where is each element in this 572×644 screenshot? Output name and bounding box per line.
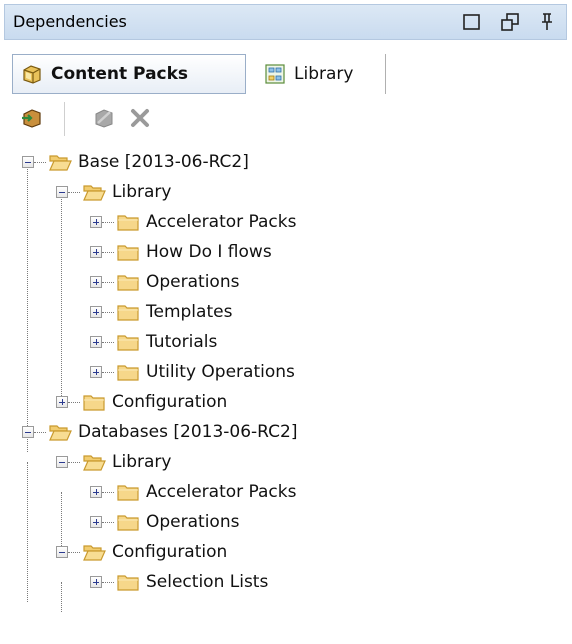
- tree-node-label: Tutorials: [146, 332, 218, 352]
- tree-line: [61, 582, 62, 612]
- tree-node-label: Library: [112, 452, 172, 472]
- tree-connector: [102, 281, 114, 283]
- tab-content-packs[interactable]: Content Packs: [12, 54, 246, 94]
- tree-node-label: Accelerator Packs: [146, 482, 297, 502]
- expand-icon[interactable]: [90, 576, 102, 588]
- collapse-icon[interactable]: [56, 546, 68, 558]
- tree-node-label: Configuration: [112, 392, 228, 412]
- tree-node[interactable]: Tutorials: [90, 327, 217, 357]
- tab-label: Content Packs: [51, 64, 189, 84]
- minimize-icon[interactable]: [461, 11, 483, 33]
- tree-node-label: Databases [2013-06-RC2]: [78, 422, 298, 442]
- import-icon[interactable]: [20, 106, 44, 130]
- tree-node[interactable]: How Do I flows: [90, 237, 272, 267]
- tree-connector: [102, 371, 114, 373]
- folder-open-icon: [49, 155, 72, 171]
- toolbar: [16, 102, 156, 136]
- tree-connector: [34, 161, 46, 163]
- folder-icon: [117, 575, 139, 591]
- tree-node[interactable]: Selection Lists: [90, 567, 268, 597]
- tree-connector: [68, 191, 80, 193]
- expand-icon[interactable]: [90, 366, 102, 378]
- folder-open-icon: [83, 545, 106, 561]
- restore-icon[interactable]: [499, 11, 521, 33]
- collapse-icon[interactable]: [22, 426, 34, 438]
- tree-node[interactable]: Templates: [90, 297, 232, 327]
- tree-node-label: Utility Operations: [146, 362, 295, 382]
- tree-node-label: Templates: [146, 302, 233, 322]
- tree-line: [27, 162, 28, 452]
- tree-node[interactable]: Accelerator Packs: [90, 207, 297, 237]
- folder-icon: [117, 275, 139, 291]
- folder-open-icon: [49, 425, 72, 441]
- tree-node[interactable]: Library: [56, 447, 171, 477]
- collapse-icon[interactable]: [22, 156, 34, 168]
- folder-open-icon: [83, 185, 106, 201]
- expand-icon[interactable]: [90, 216, 102, 228]
- expand-icon[interactable]: [90, 306, 102, 318]
- remove-all-icon[interactable]: [92, 106, 116, 130]
- tree-connector: [68, 461, 80, 463]
- toolbar-separator: [64, 102, 65, 136]
- tree-connector: [102, 491, 114, 493]
- tree-node-label: Library: [112, 182, 172, 202]
- tab-library[interactable]: Library: [256, 54, 386, 94]
- tab-label: Library: [294, 64, 354, 84]
- tree-node-label: Configuration: [112, 542, 228, 562]
- tree-connector: [102, 221, 114, 223]
- tree-node[interactable]: Databases [2013-06-RC2]: [22, 417, 297, 447]
- panel-title: Dependencies: [13, 12, 127, 31]
- expand-icon[interactable]: [56, 396, 68, 408]
- folder-icon: [117, 245, 139, 261]
- folder-icon: [117, 305, 139, 321]
- tree-connector: [102, 521, 114, 523]
- tree-connector: [102, 311, 114, 313]
- tree-connector: [102, 251, 114, 253]
- tree-connector: [34, 431, 46, 433]
- collapse-icon[interactable]: [56, 186, 68, 198]
- folder-icon: [117, 485, 139, 501]
- tree-connector: [68, 401, 80, 403]
- tree-node-label: Base [2013-06-RC2]: [78, 152, 249, 172]
- tree-connector: [68, 551, 80, 553]
- tree-node[interactable]: Base [2013-06-RC2]: [22, 147, 249, 177]
- tree-node[interactable]: Operations: [90, 267, 239, 297]
- folder-icon: [117, 515, 139, 531]
- folder-icon: [83, 395, 105, 411]
- folder-icon: [117, 365, 139, 381]
- tree-node-label: Accelerator Packs: [146, 212, 297, 232]
- tree-node[interactable]: Utility Operations: [90, 357, 295, 387]
- tree-node-label: Operations: [146, 272, 240, 292]
- expand-icon[interactable]: [90, 336, 102, 348]
- panel-title-bar: Dependencies: [4, 4, 567, 40]
- library-icon: [265, 64, 285, 84]
- content-pack-icon: [23, 65, 41, 84]
- tree-node-label: Selection Lists: [146, 572, 269, 592]
- tree-node-label: How Do I flows: [146, 242, 272, 262]
- tree-node[interactable]: Library: [56, 177, 171, 207]
- folder-icon: [117, 335, 139, 351]
- dependency-tree: Base [2013-06-RC2] Library Accelerator Pac…: [0, 142, 572, 642]
- expand-icon[interactable]: [90, 516, 102, 528]
- collapse-icon[interactable]: [56, 456, 68, 468]
- tree-line: [27, 462, 28, 602]
- tree-line: [61, 192, 62, 402]
- expand-icon[interactable]: [90, 246, 102, 258]
- tree-connector: [102, 581, 114, 583]
- close-icon[interactable]: [128, 106, 152, 130]
- folder-icon: [117, 215, 139, 231]
- expand-icon[interactable]: [90, 486, 102, 498]
- tree-node[interactable]: Operations: [90, 507, 239, 537]
- tree-node-label: Operations: [146, 512, 240, 532]
- tree-node[interactable]: Accelerator Packs: [90, 477, 297, 507]
- tree-connector: [102, 341, 114, 343]
- folder-open-icon: [83, 455, 106, 471]
- tree-node[interactable]: Configuration: [56, 387, 227, 417]
- tree-node[interactable]: Configuration: [56, 537, 227, 567]
- expand-icon[interactable]: [90, 276, 102, 288]
- pin-icon[interactable]: [536, 11, 558, 33]
